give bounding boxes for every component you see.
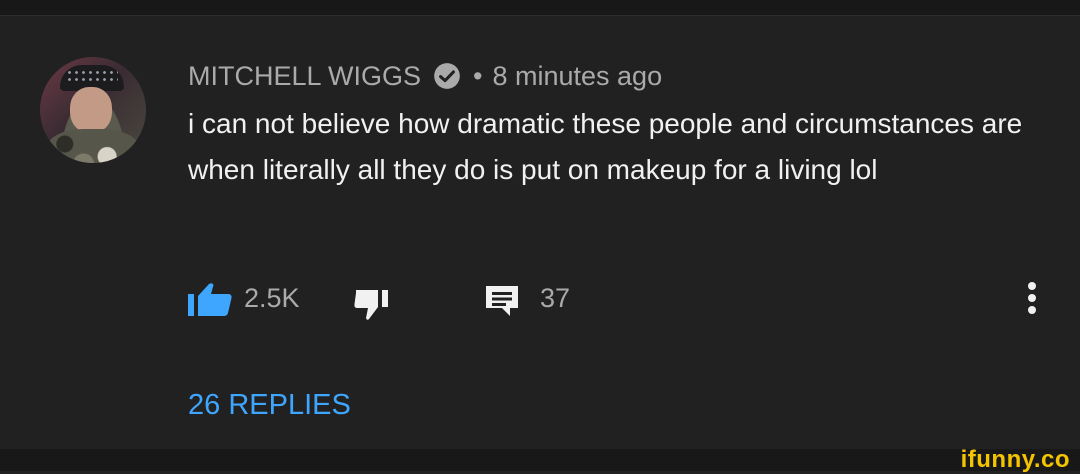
top-divider bbox=[0, 0, 1080, 16]
more-vertical-icon[interactable] bbox=[1020, 278, 1044, 318]
avatar[interactable] bbox=[40, 57, 146, 163]
avatar-shirt bbox=[46, 129, 140, 163]
watermark: ifunny.co bbox=[960, 446, 1070, 473]
reply-count: 37 bbox=[540, 283, 571, 313]
verified-check-icon bbox=[434, 63, 460, 89]
comment-text: i can not believe how dramatic these peo… bbox=[188, 108, 1023, 185]
comment-actions: 2.5K 37 bbox=[188, 278, 1048, 321]
header-separator: • bbox=[473, 60, 483, 91]
like-count: 2.5K bbox=[244, 283, 300, 313]
comment-header: MITCHELL WIGGS • 8 minutes ago bbox=[188, 56, 662, 96]
view-replies-button[interactable]: 26 REPLIES bbox=[188, 387, 351, 423]
thumbs-up-icon[interactable] bbox=[188, 282, 232, 316]
avatar-face bbox=[70, 87, 112, 133]
avatar-cap-studs bbox=[66, 69, 118, 83]
thumbs-down-icon[interactable] bbox=[354, 285, 390, 321]
author-name[interactable]: MITCHELL WIGGS bbox=[188, 61, 421, 92]
bottom-strip bbox=[0, 449, 1080, 471]
comment-timestamp[interactable]: 8 minutes ago bbox=[492, 61, 662, 92]
comment-icon[interactable] bbox=[484, 284, 520, 318]
